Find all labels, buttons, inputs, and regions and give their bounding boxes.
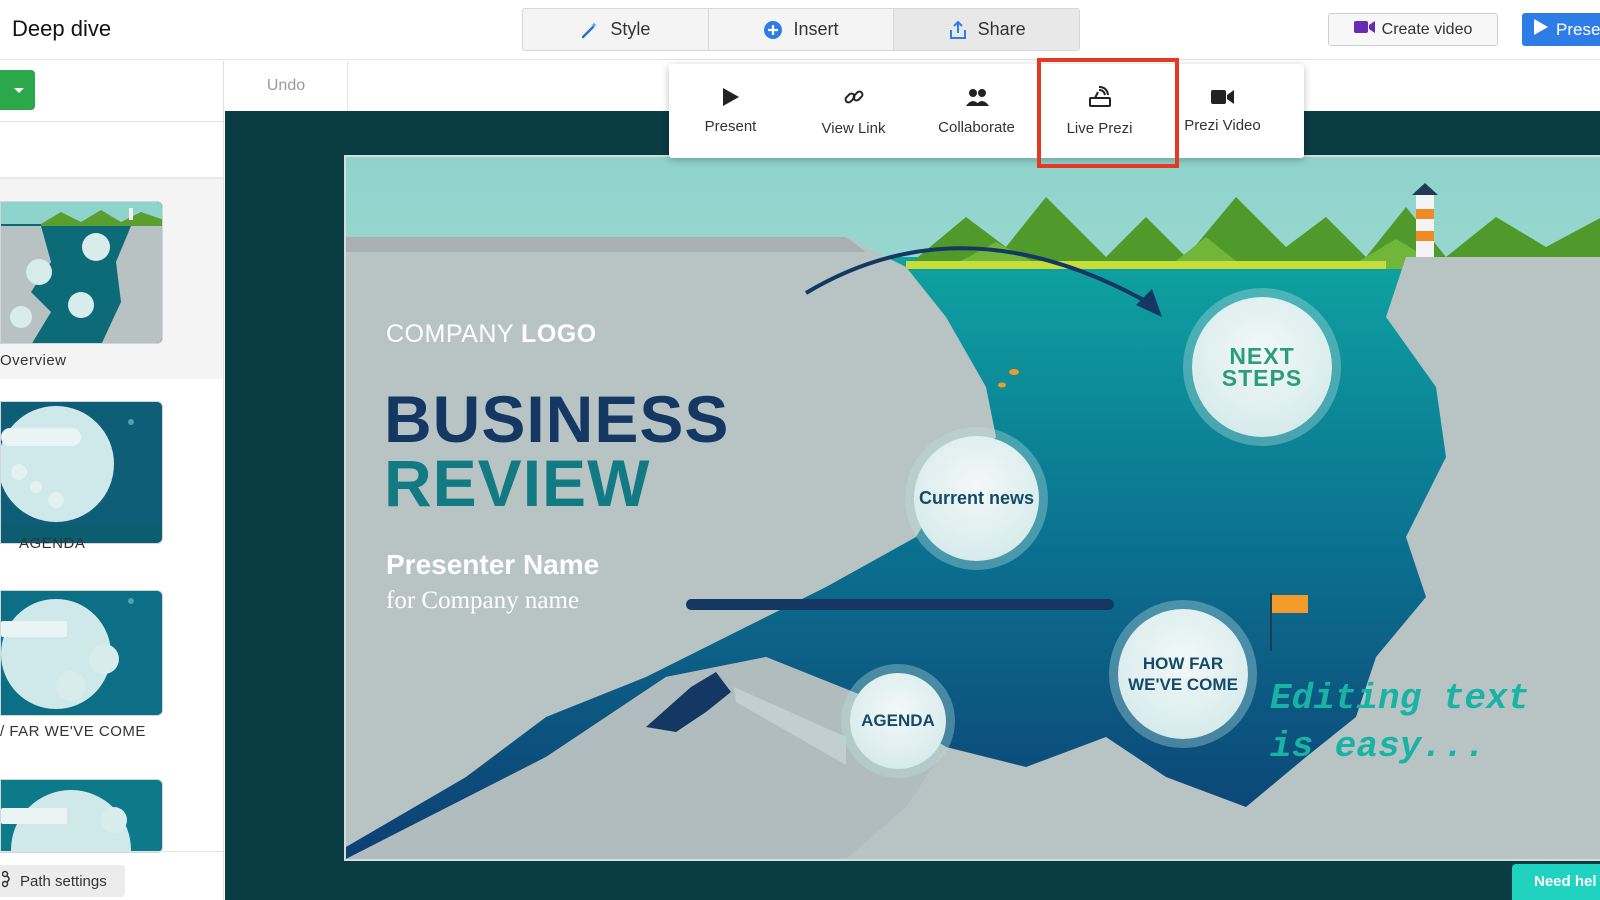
path-icon: [1, 870, 12, 892]
slide[interactable]: COMPANY LOGO BUSINESS REVIEW Presenter N…: [344, 155, 1600, 861]
document-title[interactable]: Deep dive: [12, 16, 111, 42]
people-icon: [965, 87, 989, 107]
thumbnail-label: AGENDA: [19, 535, 86, 552]
bubble-agenda[interactable]: AGENDA: [850, 673, 946, 769]
thumbnail-agenda[interactable]: [0, 401, 163, 544]
toolbar-tabs: Style Insert Share: [522, 8, 1080, 51]
present-button-label: Prese: [1556, 19, 1600, 39]
create-video-button[interactable]: Create video: [1328, 13, 1498, 46]
undo-button[interactable]: Undo: [225, 61, 348, 111]
company-name[interactable]: for Company name: [386, 587, 579, 615]
share-view-link-label: View Link: [821, 119, 886, 137]
editing-text[interactable]: Editing text is easy...: [1270, 675, 1529, 771]
broadcast-icon: [1088, 85, 1112, 108]
bubble-label: Current news: [918, 488, 1035, 508]
company-logo[interactable]: COMPANY LOGO: [386, 320, 597, 349]
top-bar: Deep dive Style Insert Share Create vide…: [0, 0, 1600, 60]
link-icon: [843, 86, 865, 108]
tab-insert[interactable]: Insert: [709, 9, 895, 50]
tab-style[interactable]: Style: [523, 9, 709, 50]
path-settings-button[interactable]: Path settings: [0, 865, 125, 897]
video-camera-icon: [1353, 20, 1376, 39]
canvas[interactable]: COMPANY LOGO BUSINESS REVIEW Presenter N…: [225, 111, 1600, 900]
thumbnail-how-far[interactable]: [0, 590, 163, 716]
bubble-next-steps[interactable]: NEXT STEPS: [1192, 297, 1332, 437]
tab-share[interactable]: Share: [894, 9, 1079, 50]
share-live-prezi[interactable]: Live Prezi: [1037, 58, 1179, 168]
thumbnail-label: / FAR WE'VE COME: [0, 723, 146, 740]
share-present-label: Present: [704, 117, 757, 135]
play-icon: [1534, 19, 1548, 40]
path-settings-label: Path settings: [20, 872, 107, 890]
thumbnail-goals[interactable]: [0, 779, 163, 853]
sidebar: Overview AGENDA / FAR WE'VE COME Path se…: [0, 61, 224, 900]
bubble-label: NEXT STEPS: [1221, 343, 1303, 391]
thumbnail-overview[interactable]: [0, 201, 163, 344]
company-logo-word: LOGO: [521, 320, 597, 348]
tab-insert-label: Insert: [793, 19, 839, 39]
video-camera-icon: [1210, 89, 1235, 105]
bubble-current-news[interactable]: Current news: [914, 436, 1039, 561]
present-button[interactable]: Prese: [1522, 13, 1600, 46]
thumbnail-label: Overview: [0, 352, 67, 369]
share-present[interactable]: Present: [669, 64, 792, 158]
share-prezi-video[interactable]: Prezi Video: [1161, 64, 1284, 158]
share-menu: Present View Link Collaborate Live Prezi…: [669, 58, 1304, 168]
divider: [0, 851, 223, 852]
plus-circle-icon: [763, 20, 783, 40]
tab-style-label: Style: [610, 19, 651, 39]
add-topic-button[interactable]: [0, 70, 35, 110]
play-icon: [722, 87, 739, 106]
share-view-link[interactable]: View Link: [792, 64, 915, 158]
bubble-label: AGENDA: [861, 711, 935, 730]
share-collaborate-label: Collaborate: [938, 118, 1015, 136]
share-collaborate[interactable]: Collaborate: [915, 64, 1038, 158]
bubble-how-far[interactable]: HOW FAR WE'VE COME: [1118, 609, 1248, 739]
bubble-label: HOW FAR WE'VE COME: [1128, 654, 1238, 694]
share-live-prezi-label: Live Prezi: [1066, 119, 1133, 137]
help-button[interactable]: Need hel: [1512, 864, 1600, 900]
create-video-label: Create video: [1381, 20, 1473, 38]
company-prefix: COMPANY: [386, 320, 522, 348]
presenter-name[interactable]: Presenter Name: [386, 549, 599, 581]
divider: [0, 121, 223, 122]
tab-share-label: Share: [977, 19, 1026, 39]
chevron-down-icon: [14, 88, 24, 93]
share-prezi-video-label: Prezi Video: [1184, 116, 1261, 134]
app: Deep dive Style Insert Share Create vide…: [0, 0, 1600, 900]
magic-wand-icon: [580, 20, 600, 40]
upload-icon: [948, 20, 968, 40]
title-line-2[interactable]: REVIEW: [384, 445, 650, 521]
